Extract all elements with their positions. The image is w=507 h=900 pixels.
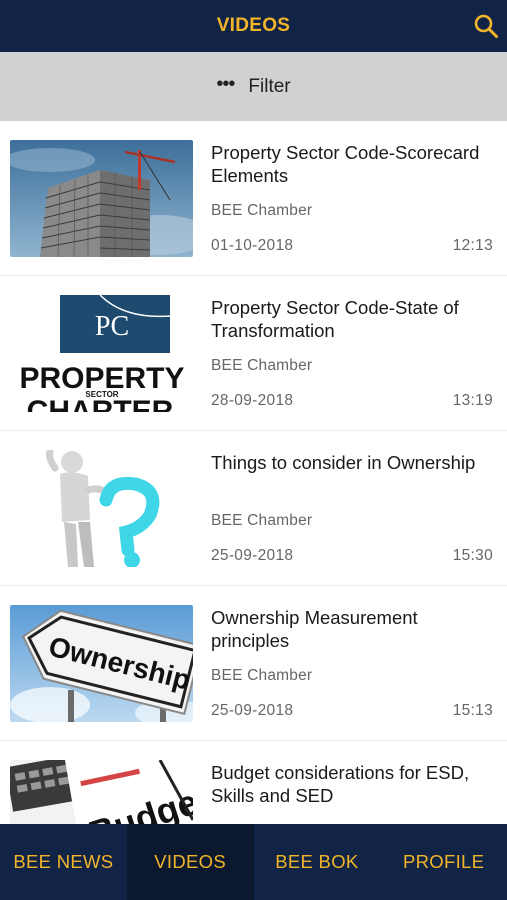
video-item[interactable]: PC PROPERTY SECTOR CHARTER Property Sect… bbox=[0, 276, 507, 431]
tab-videos[interactable]: VIDEOS bbox=[126, 824, 254, 900]
video-title: Things to consider in Ownership bbox=[211, 452, 476, 473]
video-author: BEE Chamber bbox=[211, 357, 313, 374]
search-icon[interactable] bbox=[473, 13, 499, 39]
video-thumbnail[interactable]: Budget bbox=[10, 760, 193, 824]
tab-bee-bok[interactable]: BEE BOK bbox=[254, 824, 381, 900]
filter-button[interactable]: ••• Filter bbox=[0, 52, 507, 121]
video-duration: 12:13 bbox=[452, 237, 493, 254]
building-under-construction-image bbox=[10, 140, 193, 257]
video-item[interactable]: Property Sector Code-Scorecard Elements … bbox=[0, 121, 507, 276]
video-thumbnail[interactable] bbox=[10, 140, 193, 257]
video-thumbnail[interactable]: PC PROPERTY SECTOR CHARTER bbox=[10, 295, 193, 412]
video-author: BEE Chamber bbox=[211, 667, 313, 684]
video-duration: 15:30 bbox=[452, 547, 493, 564]
video-thumbnail[interactable] bbox=[10, 450, 193, 567]
video-thumbnail[interactable]: Ownership bbox=[10, 605, 193, 722]
video-duration: 13:19 bbox=[452, 392, 493, 409]
video-item[interactable]: Budget Budget considerations for ESD, Sk… bbox=[0, 741, 507, 824]
video-date: 01-10-2018 bbox=[211, 237, 294, 254]
video-title: Budget considerations for ESD, Skills an… bbox=[211, 762, 470, 806]
bottom-navigation: BEE NEWS VIDEOS BEE BOK PROFILE bbox=[0, 824, 507, 900]
svg-text:PC: PC bbox=[95, 311, 129, 342]
video-title: Property Sector Code-State of Transforma… bbox=[211, 297, 459, 341]
video-item[interactable]: Things to consider in Ownership BEE Cham… bbox=[0, 431, 507, 586]
video-title: Ownership Measurement principles bbox=[211, 607, 418, 651]
video-date: 28-09-2018 bbox=[211, 392, 294, 409]
svg-text:CHARTER: CHARTER bbox=[27, 395, 174, 412]
video-date: 25-09-2018 bbox=[211, 547, 294, 564]
video-date: 25-09-2018 bbox=[211, 702, 294, 719]
figure-with-question-mark-image bbox=[10, 450, 193, 567]
filter-label: Filter bbox=[248, 75, 291, 97]
tab-bee-news[interactable]: BEE NEWS bbox=[0, 824, 127, 900]
tab-profile[interactable]: PROFILE bbox=[380, 824, 507, 900]
budget-calculator-image: Budget bbox=[10, 760, 193, 824]
video-author: BEE Chamber bbox=[211, 202, 313, 219]
more-dots-icon: ••• bbox=[216, 73, 235, 95]
video-list: Property Sector Code-Scorecard Elements … bbox=[0, 121, 507, 824]
ownership-sign-image: Ownership bbox=[10, 605, 193, 722]
property-sector-charter-logo: PC PROPERTY SECTOR CHARTER bbox=[10, 295, 193, 412]
video-title: Property Sector Code-Scorecard Elements bbox=[211, 142, 480, 186]
video-item[interactable]: Ownership Ownership Measurement principl… bbox=[0, 586, 507, 741]
page-title: VIDEOS bbox=[216, 15, 291, 36]
top-app-bar: VIDEOS bbox=[0, 0, 507, 52]
video-author: BEE Chamber bbox=[211, 512, 313, 529]
video-duration: 15:13 bbox=[452, 702, 493, 719]
